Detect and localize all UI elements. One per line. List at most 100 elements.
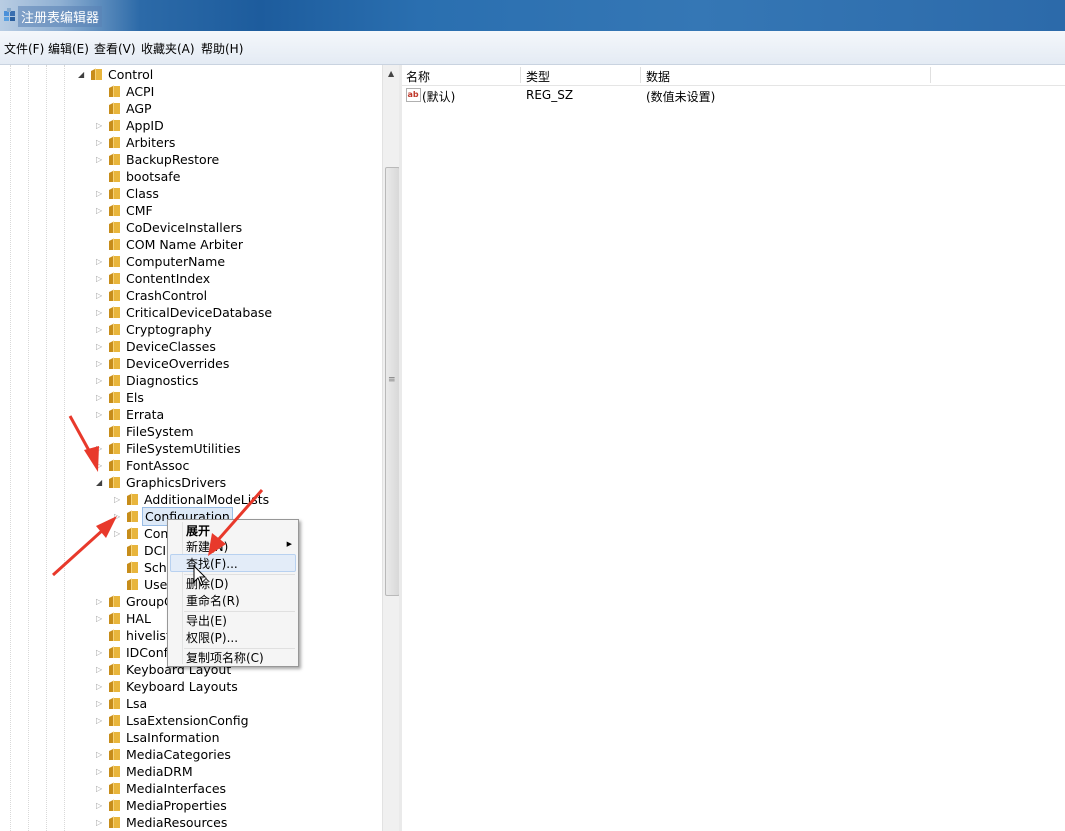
expand-arrow-icon[interactable]: ▷: [114, 491, 122, 508]
menu-item-expand[interactable]: 展开: [186, 522, 210, 539]
expand-arrow-icon[interactable]: ▷: [96, 406, 104, 423]
tree-item[interactable]: ▷ FontAssoc: [0, 457, 380, 474]
expand-arrow-icon[interactable]: ▷: [96, 644, 104, 661]
tree-item[interactable]: ◢ Control: [0, 66, 380, 83]
values-pane[interactable]: 名称 类型 数据 ab (默认) REG_SZ (数值未设置): [402, 65, 1065, 831]
tree-item[interactable]: ▷ Arbiters: [0, 134, 380, 151]
expand-arrow-icon[interactable]: ▷: [96, 763, 104, 780]
tree-item[interactable]: ▷ AdditionalModeLists: [0, 491, 380, 508]
menu-item-find[interactable]: 查找(F)...: [186, 555, 238, 572]
tree-item[interactable]: CoDeviceInstallers: [0, 219, 380, 236]
tree-item[interactable]: COM Name Arbiter: [0, 236, 380, 253]
expand-arrow-icon[interactable]: ▷: [96, 797, 104, 814]
tree-item[interactable]: ▷ CrashControl: [0, 287, 380, 304]
tree-item[interactable]: ▷ Class: [0, 185, 380, 202]
tree-item[interactable]: FileSystem: [0, 423, 380, 440]
folder-icon: [109, 663, 120, 675]
menu-item-export[interactable]: 导出(E): [186, 612, 227, 629]
expand-arrow-icon[interactable]: ▷: [96, 355, 104, 372]
expand-arrow-icon[interactable]: ▷: [96, 440, 104, 457]
menu-view[interactable]: 查看(V): [94, 40, 136, 57]
registry-tree[interactable]: ◢ Control ACPI AGP ▷ AppID ▷ Arbiters ▷ BackupRes…: [0, 65, 382, 831]
expand-arrow-icon[interactable]: ▷: [96, 780, 104, 797]
tree-item[interactable]: ▷ MediaDRM: [0, 763, 380, 780]
menu-item-new[interactable]: 新建(N): [186, 538, 228, 555]
tree-item[interactable]: ▷ DeviceOverrides: [0, 355, 380, 372]
expand-arrow-icon[interactable]: ▷: [96, 389, 104, 406]
tree-item[interactable]: ▷ ComputerName: [0, 253, 380, 270]
scroll-up-icon[interactable]: ▲: [388, 69, 394, 78]
tree-item[interactable]: ▷ CMF: [0, 202, 380, 219]
tree-item[interactable]: ▷ Cryptography: [0, 321, 380, 338]
tree-item[interactable]: ▷ MediaCategories: [0, 746, 380, 763]
expand-arrow-icon[interactable]: ▷: [96, 185, 104, 202]
tree-item[interactable]: ▷ MediaProperties: [0, 797, 380, 814]
expand-arrow-icon[interactable]: ▷: [96, 661, 104, 678]
menu-edit[interactable]: 编辑(E): [48, 40, 89, 57]
tree-item-label: LsaInformation: [126, 730, 220, 745]
tree-item[interactable]: ▷ MediaInterfaces: [0, 780, 380, 797]
expand-arrow-icon[interactable]: ▷: [96, 304, 104, 321]
expand-arrow-icon[interactable]: ▷: [114, 508, 122, 525]
expand-arrow-icon[interactable]: ▷: [96, 695, 104, 712]
menu-file[interactable]: 文件(F): [4, 40, 44, 57]
tree-item[interactable]: bootsafe: [0, 168, 380, 185]
tree-item[interactable]: ▷ Lsa: [0, 695, 380, 712]
expand-arrow-icon[interactable]: ▷: [96, 610, 104, 627]
tree-item[interactable]: ▷ Diagnostics: [0, 372, 380, 389]
tree-scrollbar[interactable]: ▲ ≡: [382, 65, 400, 831]
tree-item[interactable]: ▷ BackupRestore: [0, 151, 380, 168]
expand-arrow-icon[interactable]: ▷: [96, 593, 104, 610]
menu-item-delete[interactable]: 删除(D): [186, 575, 229, 592]
expand-arrow-icon[interactable]: ▷: [96, 712, 104, 729]
expand-arrow-icon[interactable]: ▷: [96, 117, 104, 134]
expand-arrow-icon[interactable]: ▷: [96, 814, 104, 831]
expand-arrow-icon[interactable]: ▷: [96, 253, 104, 270]
folder-icon: [109, 340, 120, 352]
expand-arrow-icon[interactable]: ▷: [96, 270, 104, 287]
tree-item[interactable]: ▷ LsaExtensionConfig: [0, 712, 380, 729]
expand-arrow-icon[interactable]: ▷: [96, 338, 104, 355]
menu-help[interactable]: 帮助(H): [201, 40, 243, 57]
column-divider[interactable]: [930, 67, 931, 83]
tree-item-label: DeviceClasses: [126, 339, 216, 354]
collapse-arrow-icon[interactable]: ◢: [96, 474, 104, 491]
tree-item[interactable]: ▷ MediaResources: [0, 814, 380, 831]
menu-favorites[interactable]: 收藏夹(A): [141, 40, 195, 57]
tree-item[interactable]: ▷ Els: [0, 389, 380, 406]
tree-item[interactable]: ▷ CriticalDeviceDatabase: [0, 304, 380, 321]
expand-arrow-icon[interactable]: ▷: [96, 151, 104, 168]
tree-item[interactable]: ▷ DeviceClasses: [0, 338, 380, 355]
expand-arrow-icon[interactable]: ▷: [114, 525, 122, 542]
expand-arrow-icon[interactable]: ▷: [96, 202, 104, 219]
expand-arrow-icon[interactable]: ▷: [96, 134, 104, 151]
column-divider[interactable]: [640, 67, 641, 83]
tree-item[interactable]: ▷ ContentIndex: [0, 270, 380, 287]
collapse-arrow-icon[interactable]: ◢: [78, 66, 86, 83]
expand-arrow-icon[interactable]: ▷: [96, 746, 104, 763]
menu-item-rename[interactable]: 重命名(R): [186, 592, 240, 609]
tree-item[interactable]: AGP: [0, 100, 380, 117]
tree-item[interactable]: LsaInformation: [0, 729, 380, 746]
expand-arrow-icon[interactable]: ▷: [96, 287, 104, 304]
folder-icon: [109, 102, 120, 114]
menu-item-copy-key-name[interactable]: 复制项名称(C): [186, 649, 264, 666]
tree-item[interactable]: ▷ AppID: [0, 117, 380, 134]
tree-item[interactable]: ◢ GraphicsDrivers: [0, 474, 380, 491]
tree-item[interactable]: ▷ Keyboard Layouts: [0, 678, 380, 695]
column-divider[interactable]: [520, 67, 521, 83]
menu-item-permissions[interactable]: 权限(P)...: [186, 629, 238, 646]
expand-arrow-icon[interactable]: ▷: [96, 372, 104, 389]
tree-item-label: CMF: [126, 203, 153, 218]
tree-item[interactable]: ▷ FileSystemUtilities: [0, 440, 380, 457]
column-name[interactable]: 名称: [406, 68, 430, 85]
folder-icon: [91, 68, 102, 80]
expand-arrow-icon[interactable]: ▷: [96, 457, 104, 474]
tree-item[interactable]: ACPI: [0, 83, 380, 100]
expand-arrow-icon[interactable]: ▷: [96, 678, 104, 695]
value-row[interactable]: ab (默认) REG_SZ (数值未设置): [402, 86, 1065, 104]
column-type[interactable]: 类型: [526, 68, 550, 85]
expand-arrow-icon[interactable]: ▷: [96, 321, 104, 338]
column-data[interactable]: 数据: [646, 68, 670, 85]
tree-item[interactable]: ▷ Errata: [0, 406, 380, 423]
